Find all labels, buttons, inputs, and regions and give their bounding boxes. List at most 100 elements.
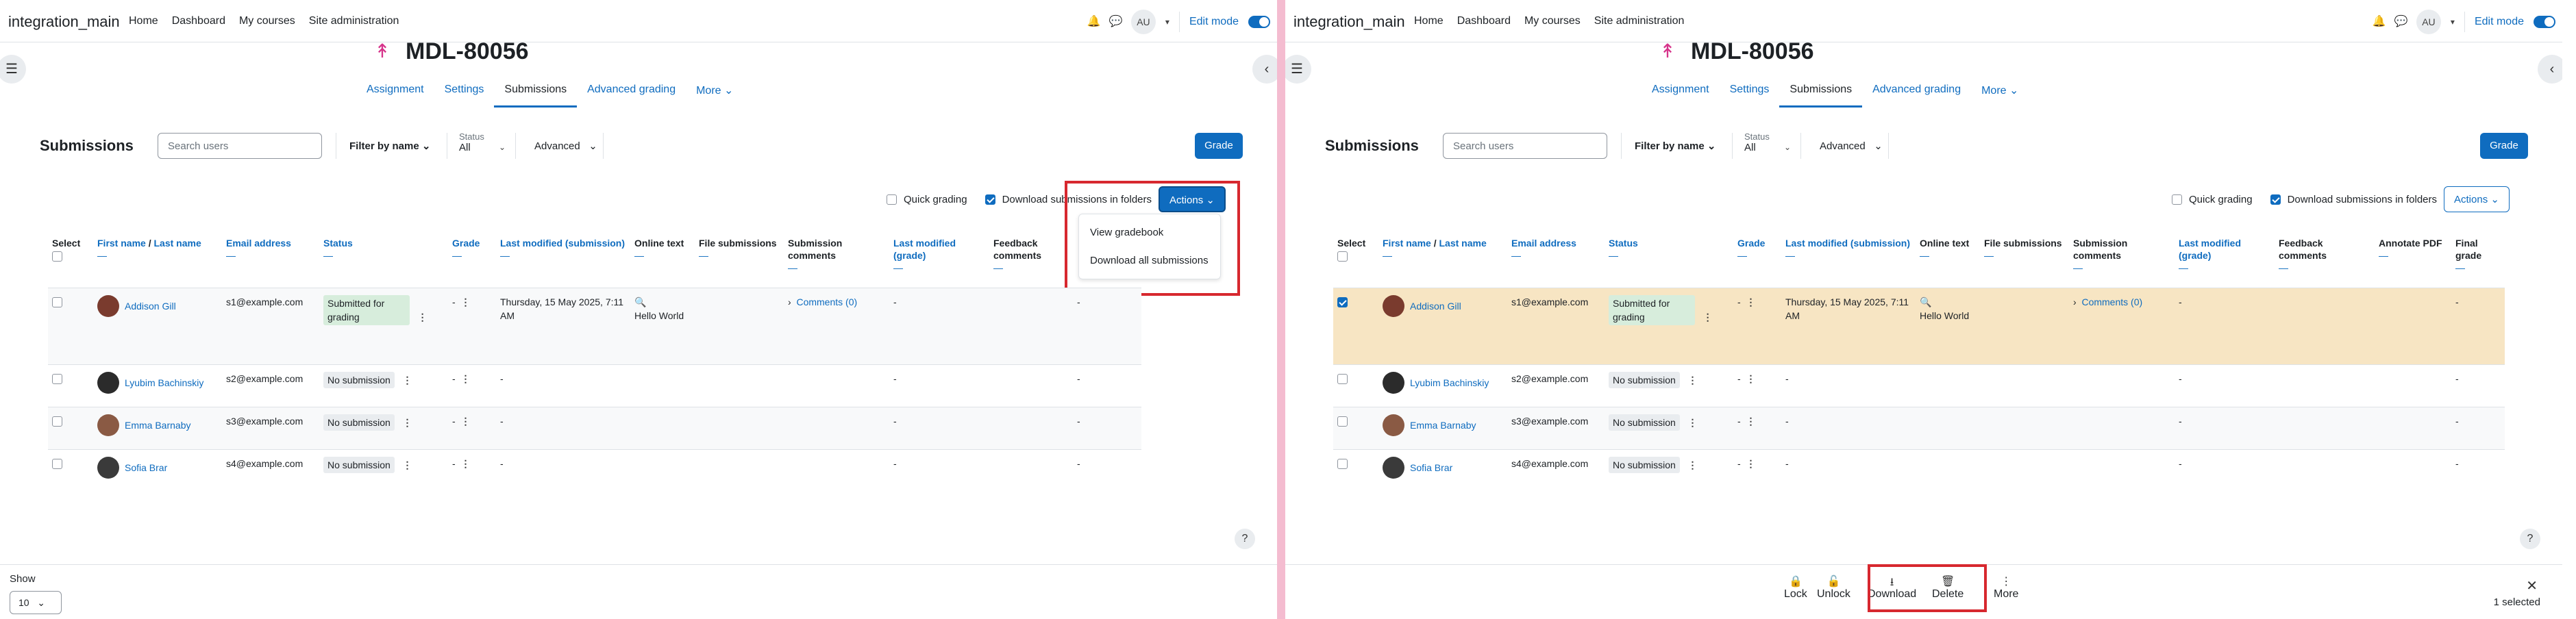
download-folders-checkbox[interactable] [984,194,995,205]
kebab-menu-icon[interactable]: ⋮ [1746,296,1755,307]
status-filter[interactable]: Status All [459,131,484,153]
kebab-menu-icon[interactable]: ⋮ [418,312,428,323]
bell-icon[interactable]: 🔔 [2373,16,2386,28]
collapse-icon[interactable]: — [2073,262,2170,274]
tab-submissions[interactable]: Submissions [1779,74,1863,108]
row-checkbox[interactable] [52,459,62,470]
select-all-checkbox[interactable] [1337,251,1348,262]
kebab-menu-icon[interactable]: ⋮ [1746,373,1755,384]
kebab-menu-icon[interactable]: ⋮ [1746,416,1755,427]
user-avatar[interactable]: AU [2416,10,2441,34]
kebab-menu-icon[interactable]: ⋮ [403,459,412,470]
comments-link[interactable]: Comments (0) [2081,296,2142,307]
advanced-filter[interactable]: Advanced ⌄ [1820,140,1883,152]
tab-submissions[interactable]: Submissions [494,74,578,108]
col-grade[interactable]: Grade — [1733,233,1781,288]
kebab-menu-icon[interactable]: ⋮ [403,417,412,428]
chevron-down-icon[interactable]: ⌄ [499,142,506,152]
kebab-menu-icon[interactable]: ⋮ [460,296,470,307]
download-folders-checkbox[interactable] [2270,194,2281,205]
chevron-down-icon[interactable]: ⌄ [1784,142,1791,152]
row-checkbox[interactable] [52,297,62,308]
quick-grading-checkbox[interactable] [2172,194,2182,205]
search-input[interactable]: Search users [1443,133,1607,159]
collapse-icon[interactable]: — [1511,249,1600,262]
search-icon[interactable]: 🔍 [1920,296,1931,307]
nav-dashboard[interactable]: Dashboard [1457,15,1511,27]
comments-link[interactable]: Comments (0) [796,296,857,307]
collapse-icon[interactable]: — [97,249,218,262]
collapse-icon[interactable]: — [1609,249,1729,262]
course-index-toggle[interactable]: ☰ [1285,55,1311,84]
user-name-link[interactable]: Emma Barnaby [1410,420,1476,431]
collapse-icon[interactable]: — [2179,262,2270,274]
nav-site-admin[interactable]: Site administration [309,15,399,27]
collapse-icon[interactable]: — [1984,249,2065,262]
collapse-icon[interactable]: — [2279,262,2370,274]
collapse-icon[interactable]: — [699,249,780,262]
row-checkbox[interactable] [1337,459,1348,470]
user-name-link[interactable]: Lyubim Bachinskiy [1410,377,1489,388]
col-status[interactable]: Status — [1605,233,1733,288]
row-checkbox[interactable] [1337,416,1348,427]
more-button[interactable]: ⋮ More [1994,574,2018,601]
advanced-filter[interactable]: Advanced ⌄ [534,140,597,152]
bell-icon[interactable]: 🔔 [1087,16,1101,28]
nav-my-courses[interactable]: My courses [239,15,295,27]
edit-mode-toggle[interactable] [2534,16,2555,28]
kebab-menu-icon[interactable]: ⋮ [460,458,470,469]
collapse-icon[interactable]: — [500,249,626,262]
kebab-menu-icon[interactable]: ⋮ [460,416,470,427]
sort-first-name[interactable]: First name [1383,238,1431,249]
user-avatar[interactable]: AU [1130,10,1156,34]
tab-settings[interactable]: Settings [1720,74,1780,108]
filter-by-name-dropdown[interactable]: Filter by name ⌄ [1635,140,1716,152]
grade-button[interactable]: Grade [2480,133,2528,159]
user-name-link[interactable]: Addison Gill [125,301,176,312]
col-last-modified-submission[interactable]: Last modified (submission) — [1781,233,1916,288]
block-drawer-toggle[interactable]: ‹ [1252,55,1277,84]
tab-assignment[interactable]: Assignment [1642,74,1720,108]
nav-home[interactable]: Home [129,15,158,27]
col-last-modified-submission[interactable]: Last modified (submission) — [496,233,630,288]
help-button[interactable]: ? [1235,529,1255,549]
tab-settings[interactable]: Settings [434,74,495,108]
message-icon[interactable]: 💬 [2394,16,2408,28]
collapse-icon[interactable]: — [323,249,444,262]
sort-last-name[interactable]: Last name [1439,238,1486,249]
col-grade[interactable]: Grade — [448,233,496,288]
filter-by-name-dropdown[interactable]: Filter by name ⌄ [349,140,430,152]
site-brand[interactable]: integration_main [1293,13,1405,31]
kebab-menu-icon[interactable]: ⋮ [403,375,412,386]
col-last-modified-grade[interactable]: Last modified (grade) — [2175,233,2275,288]
chevron-down-icon[interactable]: ▾ [2451,17,2455,27]
search-input[interactable]: Search users [158,133,322,159]
edit-mode-toggle[interactable] [1248,16,1270,28]
kebab-menu-icon[interactable]: ⋮ [460,373,470,384]
chevron-down-icon[interactable]: ▾ [1165,17,1169,27]
collapse-icon[interactable]: — [452,249,492,262]
collapse-icon[interactable]: — [1920,249,1976,262]
lock-button[interactable]: 🔒 Lock [1784,574,1807,601]
row-checkbox[interactable] [1337,297,1348,308]
unlock-button[interactable]: 🔓 Unlock [1817,574,1850,601]
collapse-icon[interactable]: — [634,249,691,262]
collapse-icon[interactable]: — [1737,249,1777,262]
row-checkbox[interactable] [52,374,62,385]
collapse-icon[interactable]: — [2379,249,2447,262]
collapse-icon[interactable]: — [893,262,985,274]
per-page-select[interactable]: 10 ⌄ [10,591,62,614]
collapse-icon[interactable]: — [993,262,1069,274]
close-icon[interactable]: ✕ [2526,577,2538,594]
row-checkbox[interactable] [52,416,62,427]
row-checkbox[interactable] [1337,374,1348,385]
chevron-right-icon[interactable]: › [788,296,791,307]
tab-assignment[interactable]: Assignment [356,74,434,108]
kebab-menu-icon[interactable]: ⋮ [1688,375,1698,386]
kebab-menu-icon[interactable]: ⋮ [1688,459,1698,470]
collapse-icon[interactable]: — [788,262,885,274]
col-email[interactable]: Email address — [1507,233,1605,288]
tab-advanced-grading[interactable]: Advanced grading [1862,74,1971,108]
user-name-link[interactable]: Sofia Brar [125,462,167,473]
col-status[interactable]: Status — [319,233,448,288]
